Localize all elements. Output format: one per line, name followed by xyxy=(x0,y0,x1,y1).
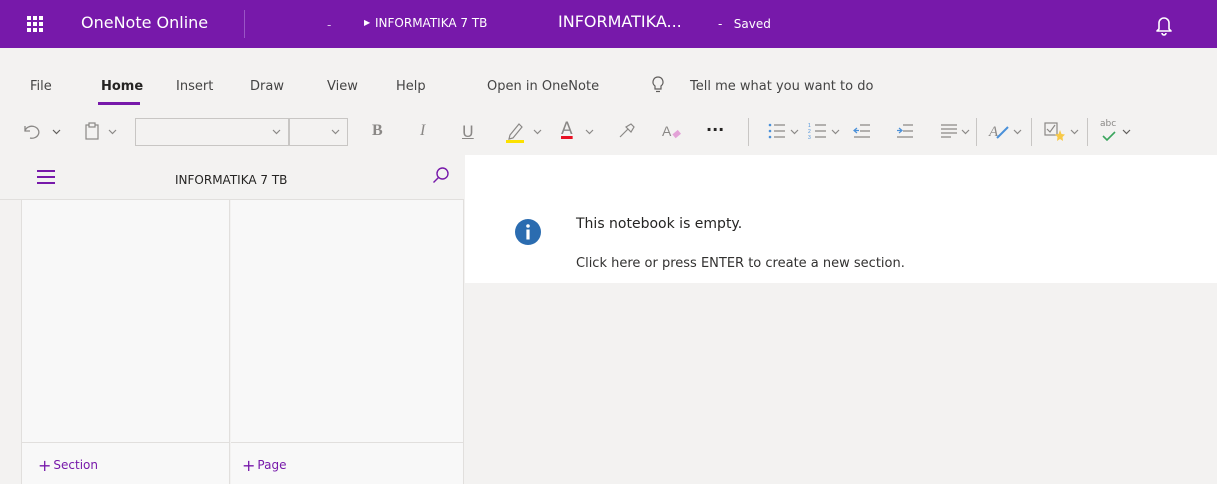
toolbar-divider xyxy=(1031,118,1032,146)
svg-text:A: A xyxy=(662,123,672,139)
ribbon-tabs xyxy=(0,48,1217,106)
toolbar-divider xyxy=(1087,118,1088,146)
chevron-down-icon[interactable] xyxy=(1122,129,1131,135)
breadcrumb-notebook[interactable]: INFORMATIKA 7 TB xyxy=(375,16,487,30)
tag-icon[interactable] xyxy=(1043,120,1067,142)
toolbar-divider xyxy=(748,118,749,146)
align-icon[interactable] xyxy=(940,122,958,140)
plus-icon: + xyxy=(242,456,256,475)
tell-me-search[interactable]: Tell me what you want to do xyxy=(690,79,873,94)
navigation-menu-icon[interactable] xyxy=(37,170,55,184)
decrease-indent-icon[interactable] xyxy=(852,122,872,140)
chevron-down-icon[interactable] xyxy=(108,129,117,135)
font-color-button[interactable]: A xyxy=(561,119,573,139)
save-status: - Saved xyxy=(718,17,771,31)
plus-icon: + xyxy=(38,456,52,475)
checkmark-icon xyxy=(1102,131,1116,141)
add-page-button[interactable]: + Page xyxy=(242,456,286,475)
chevron-down-icon xyxy=(331,129,340,135)
numbering-icon[interactable]: 1 2 3 xyxy=(808,122,828,140)
open-in-onenote-button[interactable]: Open in OneNote xyxy=(487,79,599,94)
notebook-name[interactable]: INFORMATIKA 7 TB xyxy=(175,173,287,187)
clipboard-icon[interactable] xyxy=(84,121,100,141)
breadcrumb-separator: - xyxy=(327,18,332,32)
undo-icon[interactable] xyxy=(21,122,43,140)
divider xyxy=(231,442,464,443)
tab-home[interactable]: Home xyxy=(101,79,143,94)
status-text: Saved xyxy=(733,17,771,31)
create-section-hint[interactable]: Click here or press ENTER to create a ne… xyxy=(576,256,905,271)
tab-view[interactable]: View xyxy=(327,79,358,94)
add-page-label: Page xyxy=(257,458,287,472)
add-section-label: Section xyxy=(53,458,98,472)
chevron-down-icon[interactable] xyxy=(1070,129,1079,135)
font-name-select[interactable] xyxy=(135,118,289,146)
app-launcher-icon[interactable] xyxy=(19,12,47,36)
clear-formatting-icon[interactable]: A xyxy=(661,121,683,141)
search-icon[interactable] xyxy=(432,166,450,184)
spelling-label[interactable]: abc xyxy=(1100,119,1116,129)
svg-text:3: 3 xyxy=(808,135,811,140)
chevron-down-icon[interactable] xyxy=(585,129,594,135)
increase-indent-icon[interactable] xyxy=(895,122,915,140)
toolbar-divider xyxy=(976,118,977,146)
chevron-down-icon[interactable] xyxy=(533,129,542,135)
chevron-down-icon[interactable] xyxy=(790,129,799,135)
left-gutter xyxy=(0,155,22,484)
chevron-down-icon xyxy=(272,129,281,135)
lightbulb-icon xyxy=(652,76,664,93)
bell-icon[interactable] xyxy=(1152,13,1176,37)
underline-button[interactable]: U xyxy=(462,122,474,141)
tab-draw[interactable]: Draw xyxy=(250,79,284,94)
status-separator: - xyxy=(718,17,723,31)
chevron-down-icon[interactable] xyxy=(961,129,970,135)
highlighter-icon[interactable] xyxy=(504,120,526,144)
bullets-icon[interactable] xyxy=(767,122,787,140)
chevron-down-icon[interactable] xyxy=(1013,129,1022,135)
tab-help[interactable]: Help xyxy=(396,79,426,94)
format-painter-icon[interactable] xyxy=(617,121,637,141)
active-tab-indicator xyxy=(98,102,140,105)
top-bar: OneNote Online - ▶ INFORMATIKA 7 TB INFO… xyxy=(0,0,1217,48)
add-section-button[interactable]: + Section xyxy=(38,456,98,475)
bold-button[interactable]: B xyxy=(372,122,383,140)
empty-notebook-title: This notebook is empty. xyxy=(576,216,743,232)
styles-icon[interactable]: A xyxy=(988,120,1010,142)
info-icon xyxy=(515,219,541,245)
divider xyxy=(244,10,245,38)
page-title[interactable]: INFORMATIKA... xyxy=(558,12,682,31)
divider xyxy=(22,442,230,443)
chevron-down-icon[interactable] xyxy=(52,129,61,135)
tab-file[interactable]: File xyxy=(30,79,52,94)
tab-insert[interactable]: Insert xyxy=(176,79,213,94)
more-options-button[interactable]: ··· xyxy=(706,120,724,139)
chevron-down-icon[interactable] xyxy=(831,129,840,135)
breadcrumb-arrow-icon: ▶ xyxy=(364,18,371,27)
italic-button[interactable]: I xyxy=(420,122,425,140)
app-name[interactable]: OneNote Online xyxy=(81,13,208,32)
